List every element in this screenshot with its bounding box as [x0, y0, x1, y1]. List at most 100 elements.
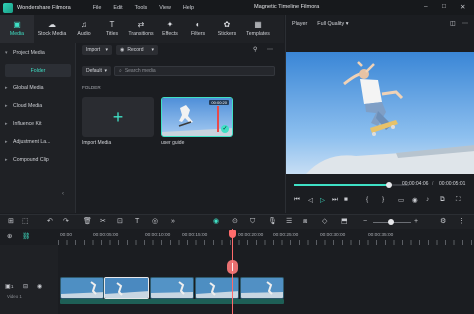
marker-icon[interactable]: ◇: [322, 218, 327, 226]
collapse-sidebar-icon[interactable]: ‹: [62, 191, 64, 197]
redo-icon[interactable]: ↷: [63, 218, 69, 226]
app-title: Wondershare Filmora: [17, 4, 71, 11]
snapshot-camera-icon[interactable]: ◉: [412, 196, 418, 204]
microphone-icon[interactable]: 🎙: [268, 218, 277, 226]
sidebar-item-compound-clip[interactable]: ▸ Compound Clip: [5, 153, 71, 166]
clip-filmstrip-image: [105, 278, 148, 298]
voiceover-icon[interactable]: ☰: [286, 218, 292, 226]
sidebar-item-adjustment-layer[interactable]: ▸ Adjustment La...: [5, 135, 71, 148]
sidebar-item-global-media[interactable]: ▸ Global Media: [5, 81, 71, 94]
zoom-slider-handle[interactable]: [388, 219, 394, 225]
timeline-clip[interactable]: [150, 277, 194, 299]
shield-icon[interactable]: ⛉: [250, 218, 255, 226]
speed-icon[interactable]: ◎: [152, 218, 158, 226]
tab-label: Transitions: [128, 31, 154, 37]
undo-icon[interactable]: ↶: [47, 218, 53, 226]
volume-icon[interactable]: ♪: [426, 196, 429, 203]
menu-help[interactable]: Help: [183, 5, 194, 11]
tab-audio[interactable]: ♫ Audio: [70, 15, 98, 43]
tab-titles[interactable]: T Titles: [98, 15, 126, 43]
tab-media[interactable]: ▣ Media: [0, 15, 34, 43]
tab-effects[interactable]: ✦ Effects: [156, 15, 184, 43]
delete-icon[interactable]: 🗑: [83, 218, 92, 226]
menu-edit[interactable]: Edit: [113, 5, 122, 11]
sidebar-item-influence-kit[interactable]: ▸ Influence Kit: [5, 117, 71, 130]
mark-in-icon[interactable]: {: [366, 196, 368, 203]
tab-transitions[interactable]: ⇄ Transitions: [126, 15, 156, 43]
more-options-icon[interactable]: ⋯: [267, 46, 273, 53]
adjust-icon[interactable]: ⬒: [341, 218, 348, 226]
close-icon[interactable]: ✕: [460, 3, 465, 11]
auto-ripple-icon[interactable]: ⊙: [232, 218, 238, 226]
sort-dropdown[interactable]: Default ▾: [82, 66, 111, 76]
chevron-right-icon: ▸: [5, 156, 8, 163]
more-tools-icon[interactable]: »: [171, 218, 175, 226]
text-icon[interactable]: T: [135, 218, 139, 226]
tab-label: Audio: [77, 31, 91, 37]
crop-icon[interactable]: ⊡: [117, 218, 123, 226]
sidebar-item-folder[interactable]: Folder: [5, 64, 71, 77]
snapshot-icon[interactable]: ⧈: [303, 218, 307, 226]
mark-out-icon[interactable]: }: [382, 196, 384, 203]
record-dropdown[interactable]: ◉ Record ▾: [116, 45, 158, 55]
title-bar: Wondershare Filmora File Edit Tools View…: [0, 0, 474, 15]
select-tool-icon[interactable]: ⬚: [22, 218, 29, 226]
play-icon[interactable]: ▷: [320, 196, 325, 204]
tab-stock-media[interactable]: ☁ Stock Media: [34, 15, 70, 43]
layout-icon[interactable]: ⊞: [8, 218, 14, 226]
zoom-in-icon[interactable]: +: [414, 218, 418, 226]
sidebar-item-project-media[interactable]: ▾ Project Media: [5, 46, 71, 59]
zoom-out-icon[interactable]: −: [363, 218, 367, 226]
ai-tools-icon[interactable]: ◉: [213, 218, 219, 226]
previous-frame-icon[interactable]: ⏮: [294, 196, 300, 204]
add-track-icon[interactable]: ⊕: [7, 232, 12, 240]
tab-filters[interactable]: ◐ Filters: [184, 15, 212, 43]
stop-icon[interactable]: ■: [344, 196, 348, 203]
transitions-icon: ⇄: [137, 20, 145, 29]
minimize-icon[interactable]: –: [424, 3, 428, 10]
chevron-right-icon: ▸: [5, 138, 8, 145]
split-icon[interactable]: ✂: [100, 218, 106, 226]
media-clip-thumbnail[interactable]: 00:00:20 ✓: [161, 97, 233, 137]
tab-stickers[interactable]: ✿ Stickers: [212, 15, 242, 43]
timeline-clip-selected[interactable]: [104, 277, 149, 299]
track-number: 1: [11, 284, 14, 289]
maximize-icon[interactable]: □: [442, 3, 446, 10]
link-icon[interactable]: ⛓: [22, 232, 30, 240]
more-options-icon[interactable]: ⋯: [462, 20, 468, 27]
filter-icon[interactable]: ⚲: [253, 46, 257, 53]
import-dropdown[interactable]: Import ▾: [82, 45, 112, 55]
render-preview-icon[interactable]: ⧉: [440, 196, 445, 204]
lock-icon[interactable]: ⊟: [23, 283, 28, 290]
more-options-icon[interactable]: ⋮: [458, 218, 465, 226]
menu-view[interactable]: View: [159, 5, 171, 11]
split-marker-handle[interactable]: [227, 260, 238, 274]
timeline-clip[interactable]: [240, 277, 284, 299]
search-input[interactable]: ⌕ Search media: [114, 66, 275, 76]
menu-file[interactable]: File: [93, 5, 102, 11]
current-timecode: 00:00:04:06: [402, 181, 429, 187]
timeline-clip[interactable]: [60, 277, 104, 299]
display-settings-icon[interactable]: ▭: [398, 196, 404, 204]
snapshot-icon[interactable]: ◫: [450, 20, 456, 27]
next-frame-icon[interactable]: ⏭: [332, 196, 338, 204]
quality-dropdown[interactable]: Full Quality ▾: [317, 21, 348, 27]
chevron-down-icon: ▾: [5, 49, 8, 56]
import-media-tile[interactable]: +: [82, 97, 154, 137]
timeline-settings-icon[interactable]: ⚙: [440, 218, 446, 226]
tab-label: Filters: [190, 31, 206, 37]
playback-scrubber[interactable]: [294, 182, 409, 188]
timeline-ruler[interactable]: ⊕ ⛓ 00:00 00:00:05:00 00:00:10:00 00:00:…: [0, 229, 474, 245]
menu-tools[interactable]: Tools: [135, 5, 148, 11]
clip-filmstrip-image: [151, 278, 193, 298]
video-track-icon: ▣: [5, 284, 11, 290]
eye-icon[interactable]: ◉: [37, 283, 42, 290]
playhead-handle[interactable]: [229, 230, 236, 238]
tab-templates[interactable]: ▦ Templates: [242, 15, 274, 43]
stickers-icon: ✿: [223, 20, 231, 29]
player-panel: Player Full Quality ▾ ◫ ⋯ 00:00:04:06 / …: [285, 15, 474, 213]
fullscreen-icon[interactable]: ⛶: [456, 196, 461, 204]
scrubber-handle[interactable]: [386, 182, 393, 188]
play-reverse-icon[interactable]: ◁: [308, 196, 313, 204]
sidebar-item-cloud-media[interactable]: ▸ Cloud Media: [5, 99, 71, 112]
